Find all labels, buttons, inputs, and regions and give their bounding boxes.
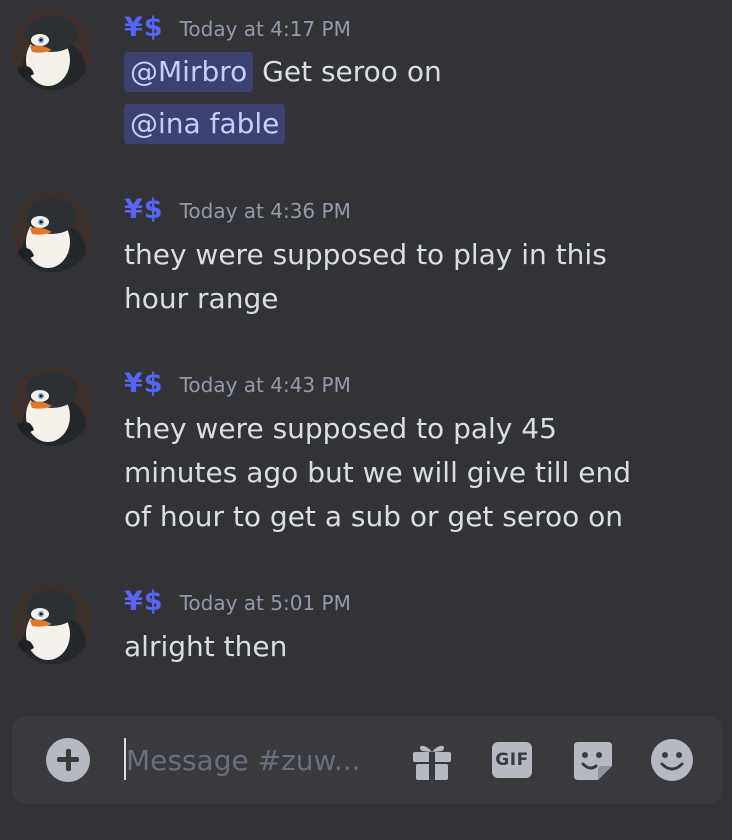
gift-icon[interactable] [410,738,454,782]
username[interactable]: ¥$ [124,586,164,617]
timestamp: Today at 5:01 PM [179,591,351,615]
message-text: Get seroo on [253,55,442,88]
penguin-avatar-icon [12,192,92,272]
message-line: @ina fable [124,102,684,146]
message-line: alright then [124,630,288,663]
chat-panel: ¥$ Today at 4:17 PM @Mirbro Get seroo on… [0,0,732,840]
username[interactable]: ¥$ [124,368,164,399]
timestamp: Today at 4:43 PM [179,373,351,397]
message-line: hour range [124,282,279,315]
gif-icon[interactable]: GIF [490,738,534,782]
add-icon[interactable] [46,738,90,782]
message-composer: GIF [12,716,722,804]
penguin-avatar-icon [12,10,92,90]
emoji-icon[interactable] [650,738,694,782]
message-input[interactable] [126,738,366,782]
avatar[interactable] [12,10,92,90]
mention-user[interactable]: @ina fable [124,104,286,144]
penguin-avatar-icon [12,584,92,664]
message-line: minutes ago but we will give till end [124,456,631,489]
gif-label: GIF [492,742,532,778]
avatar[interactable] [12,366,92,446]
mention-user[interactable]: @Mirbro [124,52,254,92]
message-line: they were supposed to paly 45 [124,412,557,445]
penguin-avatar-icon [12,366,92,446]
message-line: @Mirbro Get seroo on [124,50,684,94]
message-line: of hour to get a sub or get seroo on [124,500,624,533]
timestamp: Today at 4:36 PM [179,199,351,223]
timestamp: Today at 4:17 PM [179,17,351,41]
avatar[interactable] [12,192,92,272]
username[interactable]: ¥$ [124,194,164,225]
message-line: they were supposed to play in this [124,238,607,271]
avatar[interactable] [12,584,92,664]
sticker-icon[interactable] [570,738,614,782]
username[interactable]: ¥$ [124,12,164,43]
